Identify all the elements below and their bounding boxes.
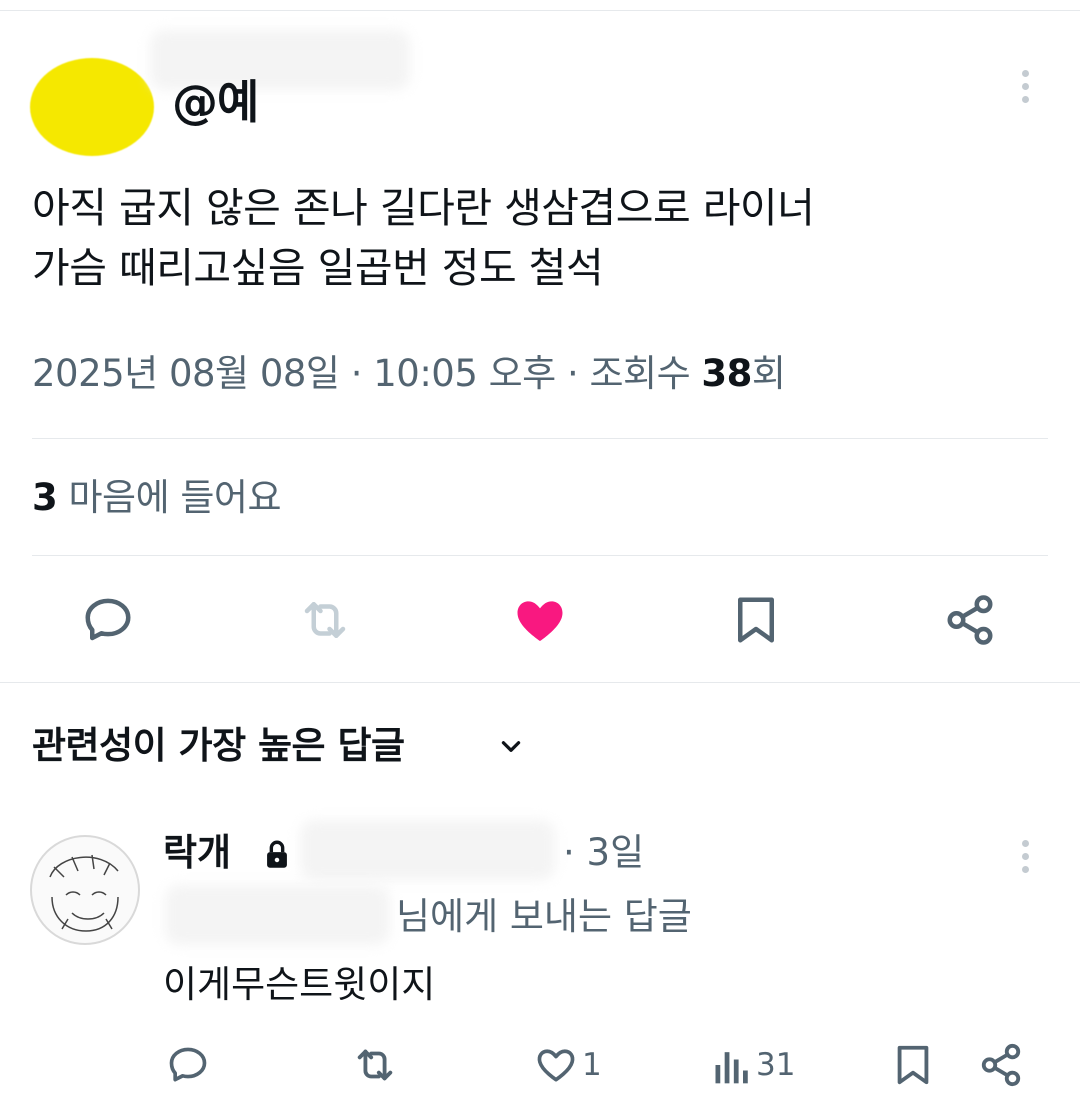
author-avatar[interactable] bbox=[30, 58, 154, 156]
reply-timestamp[interactable]: · 3일 bbox=[563, 828, 644, 878]
redaction-smudge bbox=[300, 820, 555, 880]
reply-avatar[interactable] bbox=[30, 835, 140, 945]
reply-like-count: 1 bbox=[582, 1047, 602, 1083]
retweet-icon bbox=[357, 1049, 393, 1081]
bookmark-icon bbox=[897, 1045, 929, 1085]
likes-count: 3 bbox=[32, 476, 58, 519]
reply-text: 이게무슨트윗이지 bbox=[163, 963, 436, 1006]
tweet-text: 아직 굽지 않은 존나 길다란 생삼겹으로 라이너 가슴 때리고싶음 일곱번 정… bbox=[32, 178, 1042, 298]
bookmark-icon[interactable] bbox=[726, 590, 786, 650]
divider bbox=[0, 682, 1080, 683]
reply-share-button[interactable] bbox=[978, 1040, 1024, 1090]
timestamp-text: 2025년 08월 08일 · 10:05 오후 · 조회수 bbox=[32, 352, 702, 395]
top-divider bbox=[0, 10, 1080, 11]
divider bbox=[32, 555, 1048, 556]
heart-icon bbox=[537, 1049, 575, 1082]
tweet-text-line: 아직 굽지 않은 존나 길다란 생삼겹으로 라이너 bbox=[32, 184, 815, 232]
more-options-icon[interactable] bbox=[1022, 70, 1030, 108]
divider bbox=[32, 438, 1048, 439]
reply-bookmark-button[interactable] bbox=[890, 1040, 936, 1090]
reply-view-count: 31 bbox=[756, 1047, 796, 1083]
tweet-meta: 2025년 08월 08일 · 10:05 오후 · 조회수 38회 bbox=[32, 348, 786, 400]
bar-chart-icon bbox=[715, 1052, 748, 1084]
replying-to-label: 님에게 보내는 답글 bbox=[396, 895, 692, 938]
likes-summary[interactable]: 3 마음에 들어요 bbox=[32, 472, 282, 524]
lock-icon bbox=[260, 838, 294, 872]
reply-views-button[interactable]: 31 bbox=[712, 1040, 795, 1090]
tweet-text-line: 가슴 때리고싶음 일곱번 정도 철석 bbox=[32, 244, 604, 292]
reply-comment-button[interactable] bbox=[166, 1040, 210, 1090]
share-icon bbox=[981, 1043, 1021, 1087]
reply-like-button[interactable]: 1 bbox=[534, 1040, 602, 1090]
views-suffix: 회 bbox=[751, 352, 786, 395]
chevron-down-icon[interactable] bbox=[498, 733, 524, 759]
likes-label: 마음에 들어요 bbox=[57, 476, 282, 519]
reply-more-options-icon[interactable] bbox=[1022, 840, 1030, 878]
heart-filled-icon[interactable] bbox=[510, 590, 570, 650]
comment-icon[interactable] bbox=[78, 590, 138, 650]
replies-sort-label[interactable]: 관련성이 가장 높은 답글 bbox=[32, 718, 405, 774]
retweet-icon[interactable] bbox=[295, 590, 355, 650]
author-handle[interactable]: @예 bbox=[172, 74, 259, 130]
reply-retweet-button[interactable] bbox=[352, 1040, 398, 1090]
redaction-smudge bbox=[165, 885, 390, 945]
views-count: 38 bbox=[701, 352, 752, 395]
comment-icon bbox=[169, 1047, 207, 1082]
reply-author-name[interactable]: 락개 bbox=[163, 828, 231, 878]
share-icon[interactable] bbox=[940, 590, 1000, 650]
